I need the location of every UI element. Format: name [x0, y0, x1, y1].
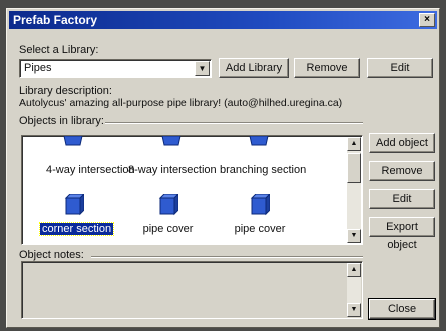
scroll-up-icon[interactable]: ▲ — [347, 263, 361, 277]
window-title: Prefab Factory — [13, 13, 98, 27]
objects-scrollbar[interactable]: ▲ ▼ — [347, 137, 361, 243]
add-object-button[interactable]: Add object — [369, 133, 435, 153]
library-description-label: Library description: — [19, 85, 112, 97]
objects-group-label: Objects in library: — [19, 115, 104, 127]
scroll-down-icon[interactable]: ▼ — [347, 303, 361, 317]
object-item-4way[interactable]: 4-way intersection — [44, 164, 135, 176]
object-label: pipe cover — [142, 223, 194, 235]
library-select-value: Pipes — [24, 62, 52, 74]
notes-scrollbar[interactable]: ▲ ▼ — [347, 263, 361, 317]
scroll-up-icon[interactable]: ▲ — [347, 137, 361, 151]
prefab-factory-window: Prefab Factory × Select a Library: Pipes… — [6, 8, 440, 328]
scroll-thumb[interactable] — [347, 153, 361, 183]
window-close-icon[interactable]: × — [419, 13, 435, 27]
export-object-button[interactable]: Export object — [369, 217, 435, 251]
object-pipe-cover-icon — [158, 194, 178, 216]
notes-group-divider — [91, 256, 363, 258]
scroll-down-icon[interactable]: ▼ — [347, 229, 361, 243]
remove-library-button[interactable]: Remove — [294, 58, 360, 78]
object-label-selected: corner section — [38, 222, 115, 236]
object-item-pipe-cover-2[interactable]: pipe cover — [222, 223, 298, 235]
object-label: 8-way intersection — [128, 164, 217, 176]
library-select[interactable]: Pipes ▼ — [19, 59, 212, 78]
object-8way-icon — [161, 136, 181, 146]
object-item-pipe-cover-1[interactable]: pipe cover — [130, 223, 206, 235]
edit-object-button[interactable]: Edit — [369, 189, 435, 209]
add-library-button[interactable]: Add Library — [219, 58, 289, 78]
object-notes-label: Object notes: — [19, 249, 84, 261]
object-pipe-cover-icon — [250, 194, 270, 216]
edit-library-button[interactable]: Edit — [367, 58, 433, 78]
object-item-corner[interactable]: corner section — [38, 222, 115, 236]
objects-listbox[interactable]: 4-way intersection 8-way intersection br… — [21, 135, 363, 245]
object-item-branching[interactable]: branching section — [218, 164, 306, 176]
remove-object-button[interactable]: Remove — [369, 161, 435, 181]
object-label: 4-way intersection — [46, 164, 135, 176]
object-label: branching section — [220, 164, 307, 176]
object-notes-field[interactable]: ▲ ▼ — [21, 261, 363, 319]
object-4way-icon — [63, 136, 83, 146]
close-button[interactable]: Close — [368, 298, 436, 320]
object-label: pipe cover — [234, 223, 286, 235]
select-library-label: Select a Library: — [19, 44, 99, 56]
object-corner-icon — [64, 194, 84, 216]
library-description: Autolycus' amazing all-purpose pipe libr… — [19, 97, 343, 109]
object-branching-icon — [249, 136, 269, 146]
objects-group-divider — [105, 122, 363, 124]
object-item-8way[interactable]: 8-way intersection — [126, 164, 217, 176]
chevron-down-icon[interactable]: ▼ — [195, 61, 210, 76]
title-bar[interactable]: Prefab Factory × — [9, 11, 437, 29]
